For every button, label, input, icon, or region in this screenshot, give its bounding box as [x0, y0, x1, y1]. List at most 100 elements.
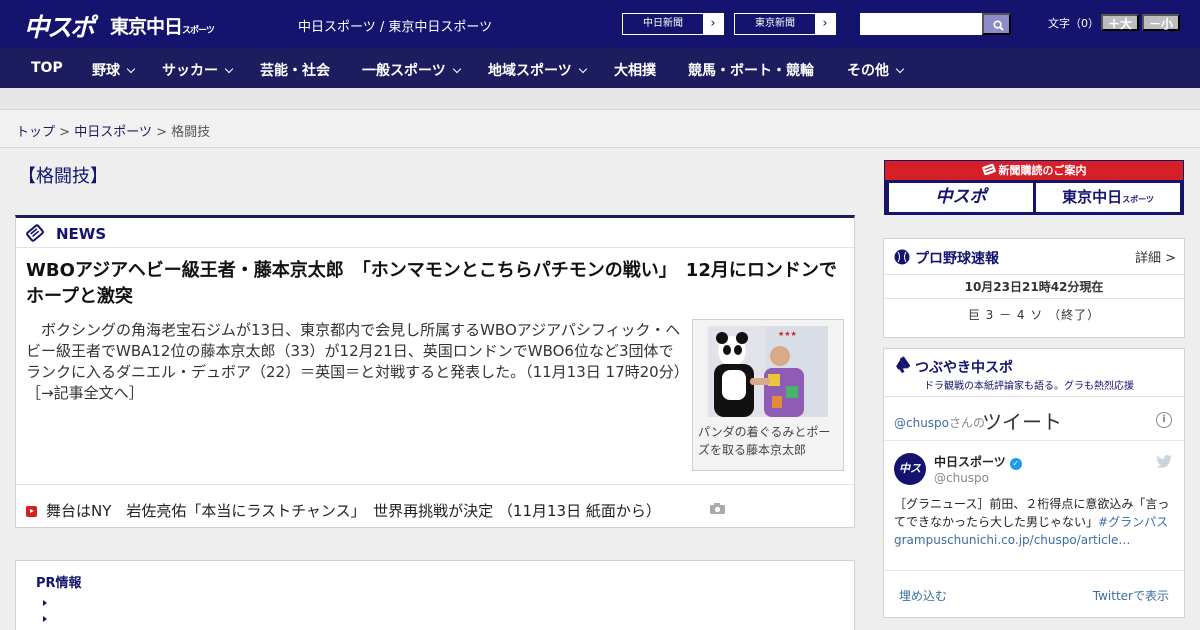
baseball-title: プロ野球速報 [915, 251, 999, 267]
news-body: ボクシングの角海老宝石ジムが13日、東京都内で会見し所属するWBOアジアパシフィ… [26, 320, 682, 404]
site-header: 中スポ 東京中日スポーツ 中日スポーツ / 東京中日スポーツ 中日新聞 › 東京… [0, 0, 1200, 48]
news-label: NEWS [56, 225, 107, 243]
search-input[interactable] [860, 13, 982, 35]
chevron-down-icon [224, 64, 234, 74]
twitter-widget: つぶやき中スポ ドラ観戦の本紙評論家も語る。グラも熱烈応援 @chuspoさんの… [883, 348, 1185, 618]
breadcrumb-top[interactable]: トップ [16, 125, 55, 140]
news-photo-image: ★★★ [708, 326, 828, 417]
tweet-item[interactable]: 中スポ 中日スポーツ ✓ @chuspo ［グラニュース］前田、２桁得点に意欲込み… [884, 441, 1184, 571]
megaphone-icon [896, 356, 911, 373]
news-section: NEWS WBOアジアヘビー級王者・藤本京太郎 「ホンマモンとこちらパチモンの戦… [15, 215, 855, 528]
twitter-handle-suffix: さんの [949, 416, 986, 430]
tweet-link[interactable]: grampuschunichi.co.jp/chuspo/article… [894, 533, 1130, 547]
tweet-account-name[interactable]: 中日スポーツ ✓ [934, 453, 1022, 470]
twitter-footer: 埋め込む Twitterで表示 [884, 571, 1184, 617]
subscription-title-text: 新聞購読のご案内 [998, 164, 1087, 177]
account-name-text: 中日スポーツ [934, 455, 1006, 469]
nav-local-sports-label: 地域スポーツ [488, 63, 572, 79]
news-headline[interactable]: WBOアジアヘビー級王者・藤本京太郎 「ホンマモンとこちらパチモンの戦い」 12… [26, 258, 846, 310]
breadcrumb-separator: > [59, 125, 71, 140]
nav-soccer[interactable]: サッカー [162, 60, 234, 80]
news-photo-card: ★★★ パンダの着ぐるみとポーズを取る藤本京太郎 [692, 319, 844, 471]
subscribe-chuspo: 中スポ [889, 183, 1033, 212]
breadcrumb-separator: > [156, 125, 167, 140]
subscription-title: 新聞購読のご案内 [885, 161, 1183, 180]
nav-top[interactable]: TOP [31, 60, 63, 76]
twitter-handle-link[interactable]: @chuspoさんの [894, 414, 985, 431]
nav-entertainment-label: 芸能・社会 [260, 63, 330, 79]
breadcrumb-site[interactable]: 中日スポーツ [74, 125, 152, 140]
tweet-hashtag[interactable]: #グランパス [1098, 515, 1168, 529]
view-on-twitter-link[interactable]: Twitterで表示 [1093, 587, 1169, 604]
twitter-timeline-header: @chuspoさんの ツイート i [884, 397, 1184, 441]
related-news-link[interactable]: 舞台はNY 岩佐亮佑「本当にラストチャンス」 世界再挑戦が決定 （11月13日 … [46, 500, 661, 521]
site-tagline: 中日スポーツ / 東京中日スポーツ [298, 20, 493, 35]
subscribe-tokyo-chunichi: 東京中日スポーツ [1036, 183, 1180, 212]
newspaper-icon [981, 163, 996, 176]
news-photo[interactable]: ★★★ [708, 326, 828, 417]
list-bullet-icon [43, 616, 47, 622]
baseball-header: プロ野球速報 詳細 > [884, 239, 1184, 275]
read-more-link[interactable]: ［→記事全文へ］ [26, 384, 144, 402]
subscription-banner[interactable]: 新聞購読のご案内 中スポ 東京中日スポーツ [884, 160, 1184, 215]
nav-soccer-label: サッカー [162, 63, 218, 79]
font-size-label: 文字（0） [1048, 17, 1099, 30]
nav-baseball-label: 野球 [92, 63, 120, 79]
nav-top-label: TOP [31, 60, 63, 76]
newspaper-icon [26, 224, 44, 242]
font-smaller-button[interactable]: －小 [1142, 14, 1180, 31]
twitter-bird-icon[interactable] [1156, 455, 1172, 468]
photo-caption: パンダの着ぐるみとポーズを取る藤本京太郎 [698, 425, 831, 457]
news-header: NEWS [16, 218, 854, 248]
chevron-down-icon [578, 64, 587, 74]
breadcrumb: トップ > 中日スポーツ > 格闘技 [0, 110, 1200, 148]
baseball-game-score[interactable]: 巨 3 － 4 ソ （終了） [884, 299, 1184, 331]
play-bullet-icon [26, 506, 37, 517]
nav-sumo-label: 大相撲 [614, 63, 656, 79]
tweet-text: ［グラニュース］前田、２桁得点に意欲込み「言ってできなかったら大した男じゃない」… [894, 495, 1176, 549]
news-body-text: ボクシングの角海老宝石ジムが13日、東京都内で会見し所属するWBOアジアパシフィ… [26, 321, 682, 381]
baseball-score-widget: プロ野球速報 詳細 > 10月23日21時42分現在 巨 3 － 4 ソ （終了… [883, 238, 1185, 338]
related-news-item: 舞台はNY 岩佐亮佑「本当にラストチャンス」 世界再挑戦が決定 （11月13日 … [16, 484, 854, 528]
chunichi-shimbun-link[interactable]: 中日新聞 › [622, 13, 724, 35]
chevron-down-icon [126, 64, 136, 74]
chevron-down-icon [452, 64, 461, 74]
tokyo-logo-text: 東京中日 [110, 16, 183, 38]
verified-badge-icon: ✓ [1009, 458, 1022, 470]
nav-other-label: その他 [847, 63, 889, 79]
search-icon [993, 20, 1004, 31]
baseball-detail-link[interactable]: 詳細 > [1135, 247, 1176, 266]
tokyo-chunichi-logo[interactable]: 東京中日スポーツ [110, 12, 215, 39]
search-button[interactable] [982, 13, 1011, 35]
avatar[interactable]: 中スポ [894, 453, 926, 507]
tokyo-shimbun-link[interactable]: 東京新聞 › [734, 13, 836, 35]
nav-racing[interactable]: 競馬・ボート・競輪 [688, 60, 814, 80]
baseball-icon [894, 249, 910, 265]
svg-text:★★★: ★★★ [778, 330, 797, 338]
header-strip [0, 88, 1200, 110]
nav-general-sports-label: 一般スポーツ [362, 63, 446, 79]
subscribe-tokyo-text: 東京中日 [1062, 188, 1123, 206]
chevron-right-icon: › [703, 14, 723, 34]
nav-general-sports[interactable]: 一般スポーツ [362, 60, 461, 80]
nav-local-sports[interactable]: 地域スポーツ [488, 60, 587, 80]
nav-entertainment[interactable]: 芸能・社会 [260, 60, 330, 80]
nav-sumo[interactable]: 大相撲 [614, 60, 656, 80]
nav-other[interactable]: その他 [847, 60, 905, 80]
embed-link[interactable]: 埋め込む [899, 587, 947, 604]
tweets-label: ツイート [982, 410, 1062, 434]
subscribe-tokyo-small: スポーツ [1122, 195, 1154, 204]
baseball-updated: 10月23日21時42分現在 [884, 275, 1184, 299]
twitter-subtitle: ドラ観戦の本紙評論家も語る。グラも熱烈応援 [924, 381, 1134, 392]
pr-section: PR情報 [15, 560, 855, 630]
global-nav: TOP 野球 サッカー 芸能・社会 一般スポーツ 地域スポーツ 大相撲 競馬・ボ… [0, 48, 1200, 88]
nav-baseball[interactable]: 野球 [92, 60, 136, 80]
chuspo-logo[interactable]: 中スポ [24, 8, 95, 44]
nav-racing-label: 競馬・ボート・競輪 [688, 63, 814, 79]
info-icon[interactable]: i [1156, 412, 1172, 428]
twitter-title: つぶやき中スポ [915, 360, 1013, 376]
font-larger-button[interactable]: ＋大 [1101, 14, 1139, 31]
camera-icon [710, 503, 725, 514]
tweet-account-handle[interactable]: @chuspo [934, 471, 989, 485]
chunichi-shimbun-label: 中日新聞 [643, 18, 683, 29]
